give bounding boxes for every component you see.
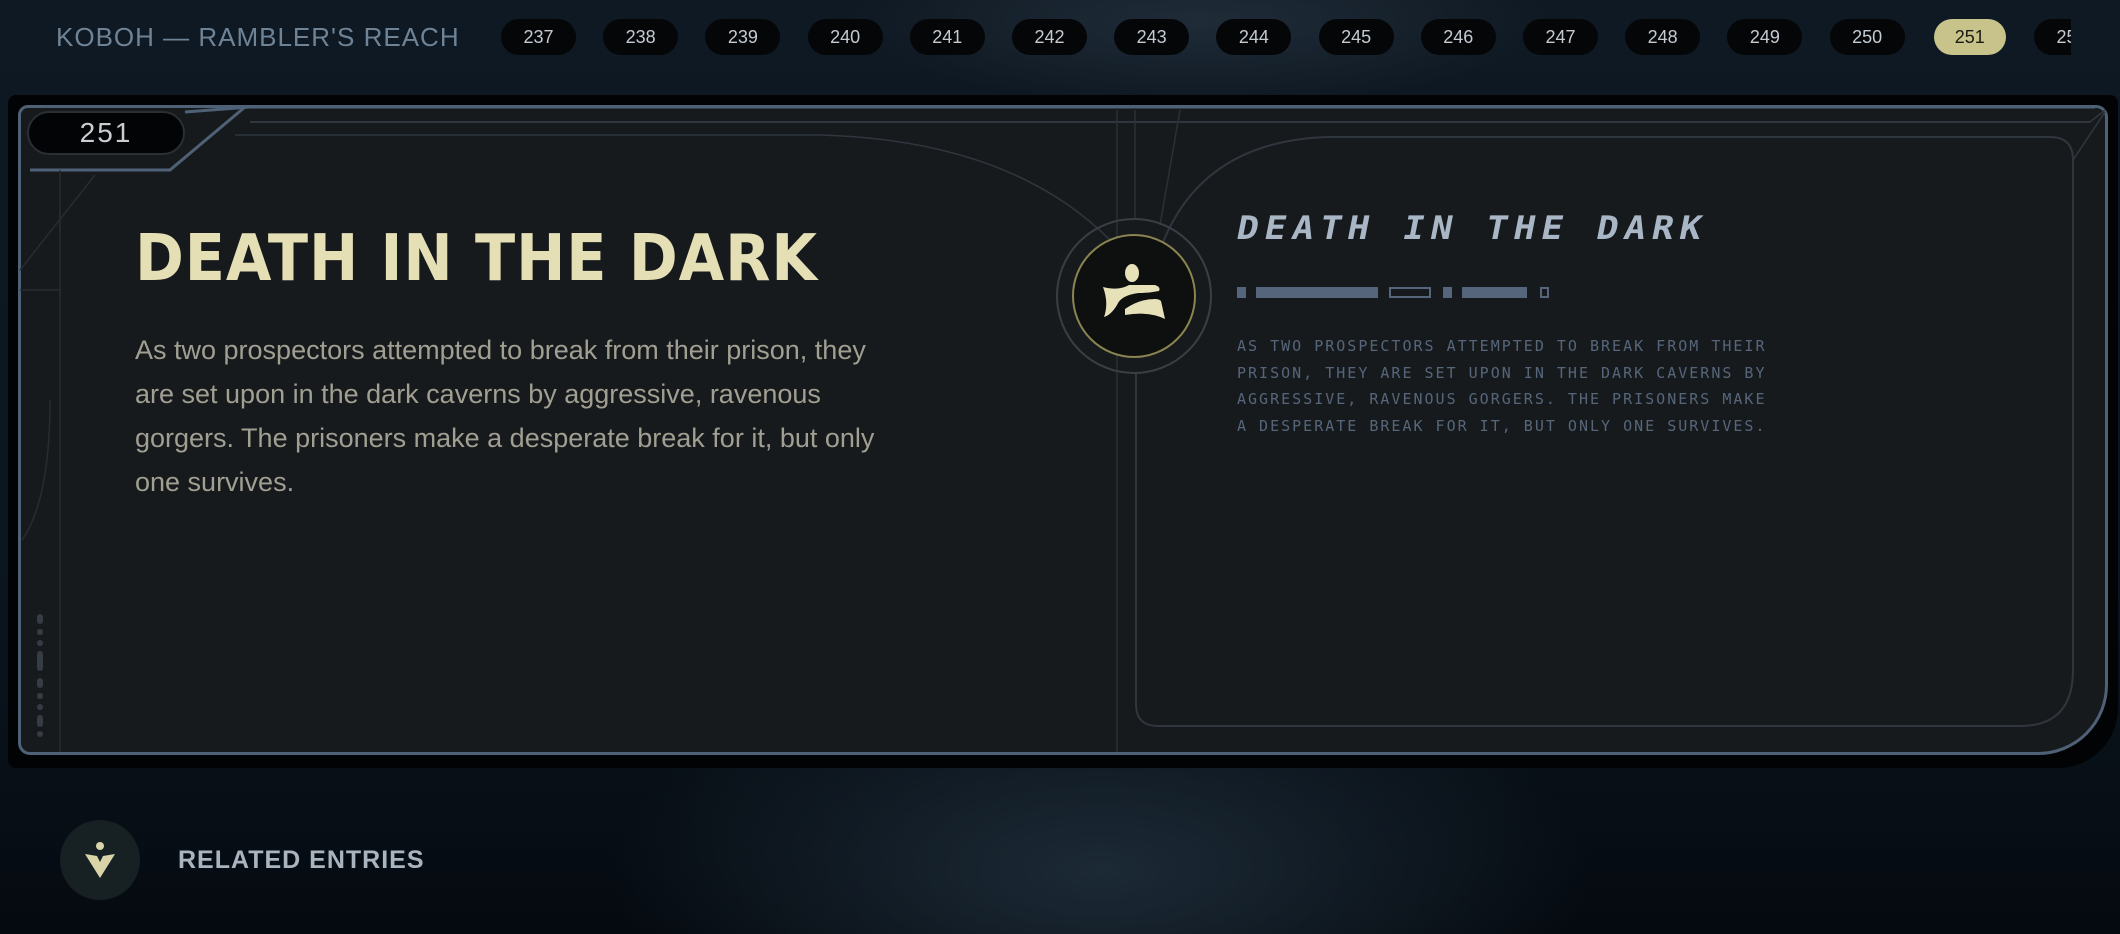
entry-emblem: [1056, 218, 1212, 374]
page-pill-249[interactable]: 249: [1727, 19, 1803, 55]
related-entries-label[interactable]: RELATED ENTRIES: [178, 846, 425, 875]
related-entries-icon: [85, 842, 115, 878]
page-pill-247[interactable]: 247: [1523, 19, 1598, 55]
entry-description: As two prospectors attempted to break fr…: [135, 335, 875, 497]
related-entries-button[interactable]: [60, 820, 140, 900]
page-pill-241[interactable]: 241: [909, 19, 985, 55]
breadcrumb: KOBOH — RAMBLER'S REACH: [56, 22, 460, 52]
page-pill-244[interactable]: 244: [1216, 19, 1292, 55]
page-pill-250[interactable]: 250: [1829, 19, 1905, 55]
aurebesh-line: PRISON, THEY ARE SET UPON IN THE DARK CA…: [1237, 363, 1767, 382]
page-pill-237[interactable]: 237: [501, 19, 576, 55]
top-bar: KOBOH — RAMBLER'S REACH 237 238 239 240 241 2…: [0, 0, 2120, 75]
page-pill-238[interactable]: 238: [603, 19, 679, 55]
page-pill-248[interactable]: 248: [1625, 19, 1701, 55]
entry-title: DEATH IN THE DARK: [135, 222, 818, 296]
aurebesh-title: DEATH IN THE DARK: [1233, 210, 1712, 247]
entry-number-tab: 251: [27, 111, 185, 155]
page-pill-252[interactable]: 252: [2034, 19, 2071, 55]
page-pill-251[interactable]: 251: [1933, 19, 2006, 55]
aurebesh-description: AS TWO PROSPECTORS ATTEMPTED TO BREAK FR…: [1237, 333, 2007, 439]
prisoners-escape-icon: [1103, 264, 1165, 319]
aurebesh-line: A DESPERATE BREAK FOR IT, BUT ONLY ONE S…: [1237, 416, 1767, 435]
aurebesh-line: AGGRESSIVE, RAVENOUS GORGERS. THE PRISON…: [1237, 390, 1767, 408]
entry-pager: 237 238 239 240 241 242 243 244 245 246 247 248 249 2…: [501, 19, 2071, 57]
page-pill-246[interactable]: 246: [1420, 19, 1496, 55]
page-pill-240[interactable]: 240: [807, 19, 883, 55]
page-pill-242[interactable]: 242: [1012, 19, 1087, 55]
aurebesh-line: AS TWO PROSPECTORS ATTEMPTED TO BREAK FR…: [1237, 337, 1767, 355]
page-pill-239[interactable]: 239: [705, 19, 781, 55]
page-pill-243[interactable]: 243: [1114, 19, 1190, 55]
page-pill-245[interactable]: 245: [1318, 19, 1394, 55]
